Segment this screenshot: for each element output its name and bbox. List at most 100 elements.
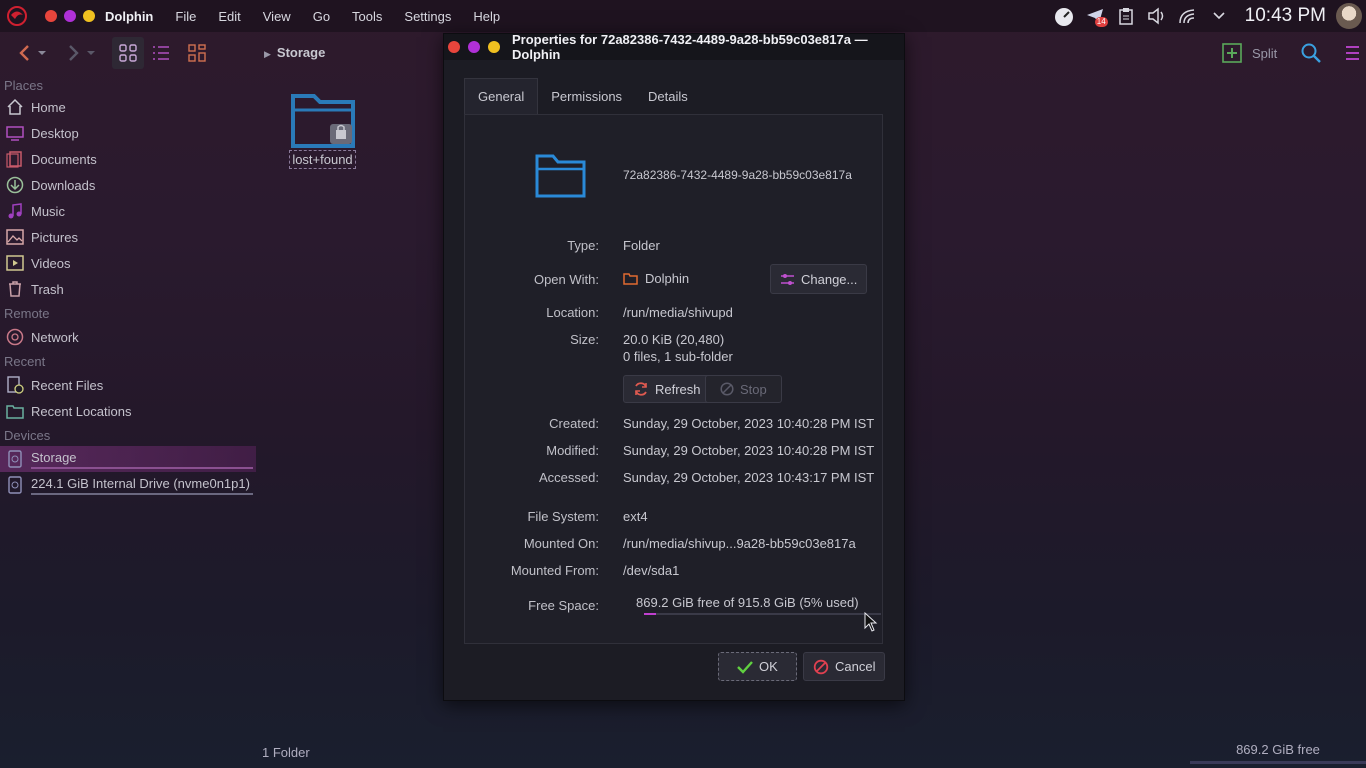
menu-edit[interactable]: Edit xyxy=(218,9,240,24)
app-launcher-icon[interactable] xyxy=(6,5,28,27)
sidebar-item-recent-locations[interactable]: Recent Locations xyxy=(0,398,258,424)
sidebar-item-trash[interactable]: Trash xyxy=(0,276,258,302)
menu-help[interactable]: Help xyxy=(473,9,500,24)
free-space-bar-used xyxy=(644,613,656,615)
search-icon[interactable] xyxy=(1298,40,1324,66)
sidebar-item-recent-files[interactable]: Recent Files xyxy=(0,372,258,398)
chevron-down-icon[interactable] xyxy=(1208,5,1230,27)
accessed-value: Sunday, 29 October, 2023 10:43:17 PM IST xyxy=(623,470,875,485)
hamburger-menu-icon[interactable] xyxy=(1336,40,1362,66)
sidebar-item-label: Network xyxy=(31,329,79,345)
mounted-on-value: /run/media/shivup...9a28-bb59c03e817a xyxy=(623,536,856,551)
minimize-window-button[interactable] xyxy=(64,10,76,22)
sidebar-item-home[interactable]: Home xyxy=(0,94,258,120)
breadcrumb-storage[interactable]: Storage xyxy=(277,45,325,60)
back-history-chevron-icon[interactable] xyxy=(36,40,48,66)
storage-capacity-bar xyxy=(31,466,253,469)
recent-locations-icon xyxy=(5,401,25,421)
compact-view-icon[interactable] xyxy=(184,40,210,66)
sidebar-item-network[interactable]: Network xyxy=(0,324,258,350)
sidebar-item-storage[interactable]: Storage xyxy=(0,446,256,472)
menu-tools[interactable]: Tools xyxy=(352,9,382,24)
back-icon[interactable] xyxy=(12,40,38,66)
file-system-label: File System: xyxy=(527,509,599,524)
dolphin-app-icon xyxy=(623,273,638,285)
forward-icon[interactable] xyxy=(60,40,86,66)
documents-icon xyxy=(5,149,25,169)
general-tab-panel: 72a82386-7432-4489-9a28-bb59c03e817a Typ… xyxy=(464,114,883,644)
music-icon xyxy=(5,201,25,221)
sidebar-item-label: Desktop xyxy=(31,125,79,141)
status-folder-count: 1 Folder xyxy=(262,745,310,760)
stop-icon xyxy=(720,382,734,396)
tab-details[interactable]: Details xyxy=(635,78,701,114)
sidebar-item-music[interactable]: Music xyxy=(0,198,258,224)
cancel-button[interactable]: Cancel xyxy=(803,652,886,681)
sidebar-item-internal-drive[interactable]: 224.1 GiB Internal Drive (nvme0n1p1) xyxy=(0,472,258,498)
change-button-label: Change... xyxy=(801,271,858,287)
sidebar-item-label: Pictures xyxy=(31,229,78,245)
sidebar-item-downloads[interactable]: Downloads xyxy=(0,172,258,198)
icons-view-button[interactable] xyxy=(112,37,144,69)
mouse-cursor-icon xyxy=(864,612,878,632)
ok-button[interactable]: OK xyxy=(718,652,797,681)
menu-settings[interactable]: Settings xyxy=(404,9,451,24)
folder-icon[interactable] xyxy=(535,153,587,199)
dialog-close-button[interactable] xyxy=(448,41,460,53)
type-label: Type: xyxy=(567,238,599,253)
dialog-minimize-button[interactable] xyxy=(468,41,480,53)
dialog-tabs: General Permissions Details xyxy=(464,78,701,114)
home-icon xyxy=(5,97,25,117)
stop-button[interactable]: Stop xyxy=(705,375,782,403)
dialog-titlebar[interactable]: Properties for 72a82386-7432-4489-9a28-b… xyxy=(444,32,904,62)
properties-dialog: Properties for 72a82386-7432-4489-9a28-b… xyxy=(443,32,905,701)
tab-general[interactable]: General xyxy=(464,78,539,114)
tab-permissions[interactable]: Permissions xyxy=(538,78,635,114)
drive-icon xyxy=(5,449,25,469)
sidebar-item-videos[interactable]: Videos xyxy=(0,250,258,276)
size-value: 20.0 KiB (20,480) xyxy=(623,332,725,347)
clock[interactable]: 10:43 PM xyxy=(1245,5,1326,27)
folder-icon[interactable] xyxy=(290,88,356,150)
system-tray: 14 10:43 PM xyxy=(1053,0,1366,32)
size-label: Size: xyxy=(570,332,599,347)
cancel-button-label: Cancel xyxy=(835,659,876,674)
menu-go[interactable]: Go xyxy=(313,9,330,24)
top-panel: Dolphin File Edit View Go Tools Settings… xyxy=(0,0,1366,32)
network-icon[interactable] xyxy=(1177,5,1199,27)
breadcrumb[interactable]: ▶ Storage xyxy=(264,45,325,60)
refresh-button[interactable]: Refresh xyxy=(623,375,711,403)
change-button[interactable]: Change... xyxy=(770,264,868,294)
status-free-space[interactable]: 869.2 GiB free xyxy=(1190,742,1366,764)
recent-files-icon xyxy=(5,375,25,395)
maximize-window-button[interactable] xyxy=(83,10,95,22)
close-window-button[interactable] xyxy=(45,10,57,22)
speedometer-icon[interactable] xyxy=(1053,5,1075,27)
sidebar-item-documents[interactable]: Documents xyxy=(0,146,258,172)
trash-icon xyxy=(5,279,25,299)
sidebar-item-label: Music xyxy=(31,203,65,219)
location-value[interactable]: /run/media/shivupd xyxy=(623,305,733,320)
dialog-maximize-button[interactable] xyxy=(488,41,500,53)
menu-app-name[interactable]: Dolphin xyxy=(105,9,153,24)
clipboard-icon[interactable] xyxy=(1115,5,1137,27)
user-avatar[interactable] xyxy=(1336,3,1362,29)
folder-name-label[interactable]: lost+found xyxy=(289,150,356,169)
item-name[interactable]: 72a82386-7432-4489-9a28-bb59c03e817a xyxy=(623,168,852,182)
sidebar-item-pictures[interactable]: Pictures xyxy=(0,224,258,250)
split-view-button[interactable]: Split xyxy=(1222,43,1277,63)
update-notifier-icon[interactable]: 14 xyxy=(1084,5,1108,27)
sidebar-item-desktop[interactable]: Desktop xyxy=(0,120,258,146)
remote-header: Remote xyxy=(4,306,50,321)
details-view-icon[interactable] xyxy=(148,40,174,66)
dialog-title: Properties for 72a82386-7432-4489-9a28-b… xyxy=(512,32,868,62)
menu-file[interactable]: File xyxy=(175,9,196,24)
open-with-label: Open With: xyxy=(533,272,599,287)
volume-icon[interactable] xyxy=(1146,5,1168,27)
desktop-icon xyxy=(5,123,25,143)
update-count-badge: 14 xyxy=(1094,17,1108,27)
forward-history-chevron-icon[interactable] xyxy=(85,40,97,66)
status-free-space-label: 869.2 GiB free xyxy=(1236,742,1320,757)
size-count: 0 files, 1 sub-folder xyxy=(623,349,733,364)
menu-view[interactable]: View xyxy=(263,9,291,24)
